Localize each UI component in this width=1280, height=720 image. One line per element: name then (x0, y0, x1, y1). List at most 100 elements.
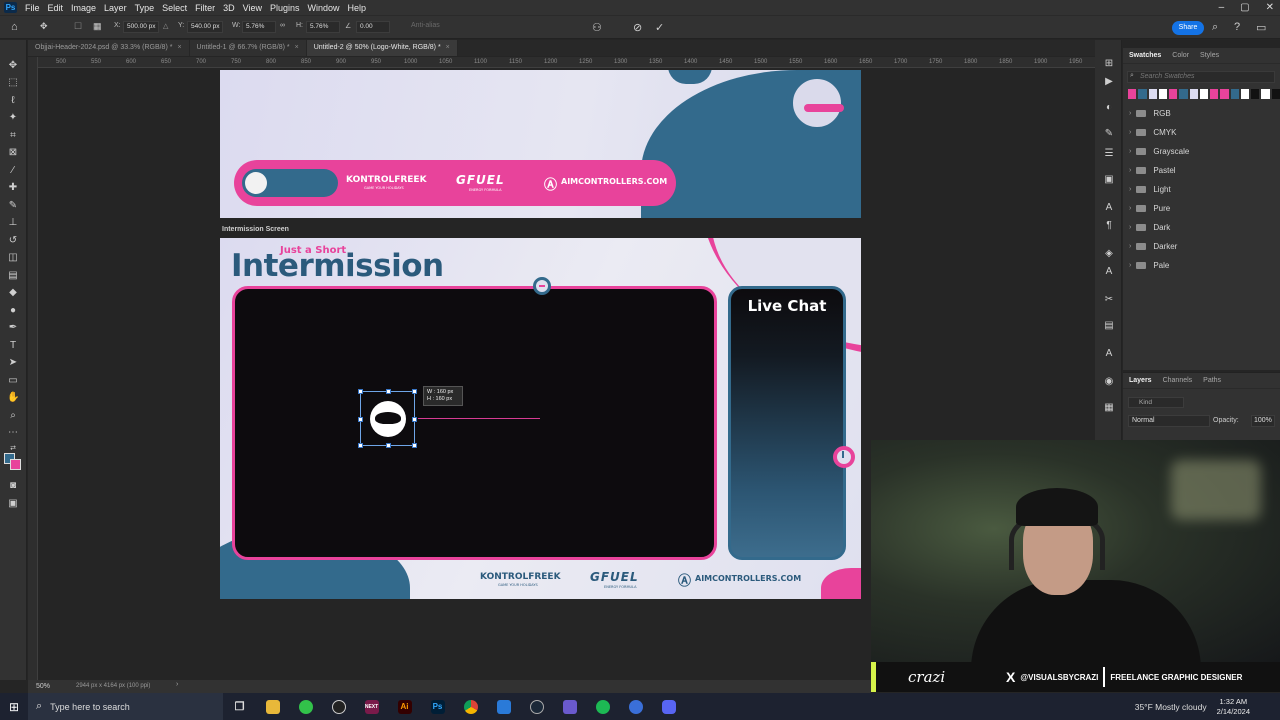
tab-swatches[interactable]: Swatches (1129, 52, 1161, 59)
search-icon[interactable]: ⌕ (1212, 21, 1218, 34)
menu-3d[interactable]: 3D (223, 3, 235, 13)
commit-transform-icon[interactable]: ✓ (655, 21, 664, 34)
type-icon[interactable]: T (7, 340, 19, 352)
magic-wand-icon[interactable]: ✦ (7, 112, 19, 124)
minimize-icon[interactable]: – (1219, 0, 1225, 15)
swatch-chip[interactable] (1128, 89, 1137, 99)
weather-widget[interactable]: 35°F Mostly cloudy (1135, 702, 1207, 712)
tab-channels[interactable]: Channels (1163, 377, 1193, 384)
menu-help[interactable]: Help (348, 3, 367, 13)
blur-icon[interactable]: ◆ (7, 287, 19, 299)
chevron-right-icon[interactable]: › (176, 681, 178, 688)
swatch-chip[interactable] (1148, 89, 1157, 99)
menu-type[interactable]: Type (135, 3, 155, 13)
top-ruler[interactable]: 500 550 600 650 700 750 800 850 900 950 … (38, 57, 1098, 68)
swatch-chip[interactable] (1240, 89, 1250, 99)
transform-handle[interactable] (386, 443, 391, 448)
controller-button[interactable] (553, 693, 586, 720)
marquee-icon[interactable]: ⬚ (7, 77, 19, 89)
swatch-chip[interactable] (1189, 89, 1198, 99)
reference-point-icon[interactable]: ▦ (93, 21, 102, 32)
chrome-button[interactable] (454, 693, 487, 720)
healing-icon[interactable]: ✚ (7, 182, 19, 194)
menu-edit[interactable]: Edit (48, 3, 64, 13)
transform-handle[interactable] (412, 443, 417, 448)
swatch-folder-dark[interactable]: › Dark (1123, 218, 1280, 237)
type-panel-icon[interactable]: A (1103, 348, 1115, 360)
selected-logo-layer[interactable] (358, 389, 417, 448)
swatch-folder-darker[interactable]: › Darker (1123, 237, 1280, 256)
eyedropper-icon[interactable]: ∕ (7, 165, 19, 177)
hand-icon[interactable]: ✋ (7, 392, 19, 404)
tab-untitled-2[interactable]: Untitled-2 @ 50% (Logo-White, RGB/8) * × (306, 40, 458, 56)
layer-filter-kind[interactable]: Kind (1128, 397, 1184, 408)
swatch-search-input[interactable]: ⌕ Search Swatches (1127, 71, 1275, 83)
antialias-label[interactable]: Anti-alias (411, 22, 440, 29)
swatch-chip[interactable] (1230, 89, 1239, 99)
brush-icon[interactable]: ✎ (7, 200, 19, 212)
tab-color[interactable]: Color (1172, 52, 1189, 59)
screen-mode-icon[interactable]: ▣ (7, 498, 19, 510)
move-tool-icon[interactable]: ✥ (40, 21, 48, 32)
photos-button[interactable] (487, 693, 520, 720)
clone-stamp-icon[interactable]: ⊥ (7, 217, 19, 229)
more-tools-icon[interactable]: ⋯ (7, 427, 19, 439)
swatch-folder-grayscale[interactable]: › Grayscale (1123, 142, 1280, 161)
color-wheel-icon[interactable]: ◉ (1103, 376, 1115, 388)
artboard-label[interactable]: Intermission Screen (222, 226, 289, 233)
background-color[interactable] (10, 459, 21, 470)
menu-layer[interactable]: Layer (104, 3, 127, 13)
brushes-icon[interactable]: ✎ (1103, 128, 1115, 140)
pen-icon[interactable]: ✒ (7, 322, 19, 334)
actions-play-icon[interactable]: ▶ (1103, 76, 1115, 88)
swatch-folder-rgb[interactable]: › RGB (1123, 104, 1280, 123)
history-icon[interactable]: ⊞ (1103, 58, 1115, 70)
menu-plugins[interactable]: Plugins (270, 3, 300, 13)
zoom-level[interactable]: 50% (36, 683, 50, 690)
steam-button[interactable] (520, 693, 553, 720)
transform-handle[interactable] (358, 389, 363, 394)
swatch-chip[interactable] (1158, 89, 1168, 99)
quick-mask-icon[interactable]: ◙ (7, 480, 19, 492)
zoom-icon[interactable]: ⌕ (7, 410, 19, 422)
checkbox-icon[interactable]: ☐ (74, 21, 82, 32)
left-ruler[interactable] (28, 57, 38, 680)
image-panel-icon[interactable]: ▦ (1103, 402, 1115, 414)
menu-filter[interactable]: Filter (195, 3, 215, 13)
menu-view[interactable]: View (243, 3, 262, 13)
tab-untitled-1[interactable]: Untitled-1 @ 66.7% (RGB/8) * × (189, 40, 307, 56)
transform-handle[interactable] (412, 389, 417, 394)
close-icon[interactable]: × (177, 44, 181, 51)
adjustments-icon[interactable]: ◐ (1103, 102, 1115, 114)
libraries-icon[interactable]: ▣ (1103, 174, 1115, 186)
lasso-icon[interactable]: ℓ (7, 95, 19, 107)
swatch-folder-pale[interactable]: › Pale (1123, 256, 1280, 275)
swatch-chip[interactable] (1169, 89, 1178, 99)
swatch-folder-light[interactable]: › Light (1123, 180, 1280, 199)
swatch-chip[interactable] (1261, 89, 1270, 99)
y-field[interactable]: 540.00 px (187, 21, 223, 33)
taskbar-search[interactable]: ⌕ Type here to search (28, 693, 223, 720)
transform-handle[interactable] (358, 417, 363, 422)
eraser-icon[interactable]: ◫ (7, 252, 19, 264)
obs-button[interactable] (322, 693, 355, 720)
menu-window[interactable]: Window (308, 3, 340, 13)
file-explorer-button[interactable] (256, 693, 289, 720)
path-select-icon[interactable]: ➤ (7, 357, 19, 369)
swatch-chip[interactable] (1210, 89, 1219, 99)
swatch-chip[interactable] (1199, 89, 1209, 99)
history-brush-icon[interactable]: ↺ (7, 235, 19, 247)
swatch-chip[interactable] (1251, 89, 1260, 99)
close-icon[interactable]: ✕ (1266, 0, 1274, 15)
rectangle-icon[interactable]: ▭ (7, 375, 19, 387)
share-button[interactable]: Share (1172, 21, 1204, 35)
help-icon[interactable]: ? (1234, 21, 1240, 33)
tab-header-psd[interactable]: Objjai-Header-2024.psd @ 33.3% (RGB/8) *… (28, 40, 190, 56)
header-artboard[interactable]: KONTROLFREEK GAME YOUR HOLIDAYS GFUEL EN… (220, 70, 861, 218)
swatch-chip[interactable] (1271, 89, 1280, 99)
dodge-icon[interactable]: ● (7, 305, 19, 317)
tab-paths[interactable]: Paths (1203, 377, 1221, 384)
swatch-chip[interactable] (1220, 89, 1229, 99)
swatch-chip[interactable] (1179, 89, 1188, 99)
transform-handle[interactable] (412, 417, 417, 422)
